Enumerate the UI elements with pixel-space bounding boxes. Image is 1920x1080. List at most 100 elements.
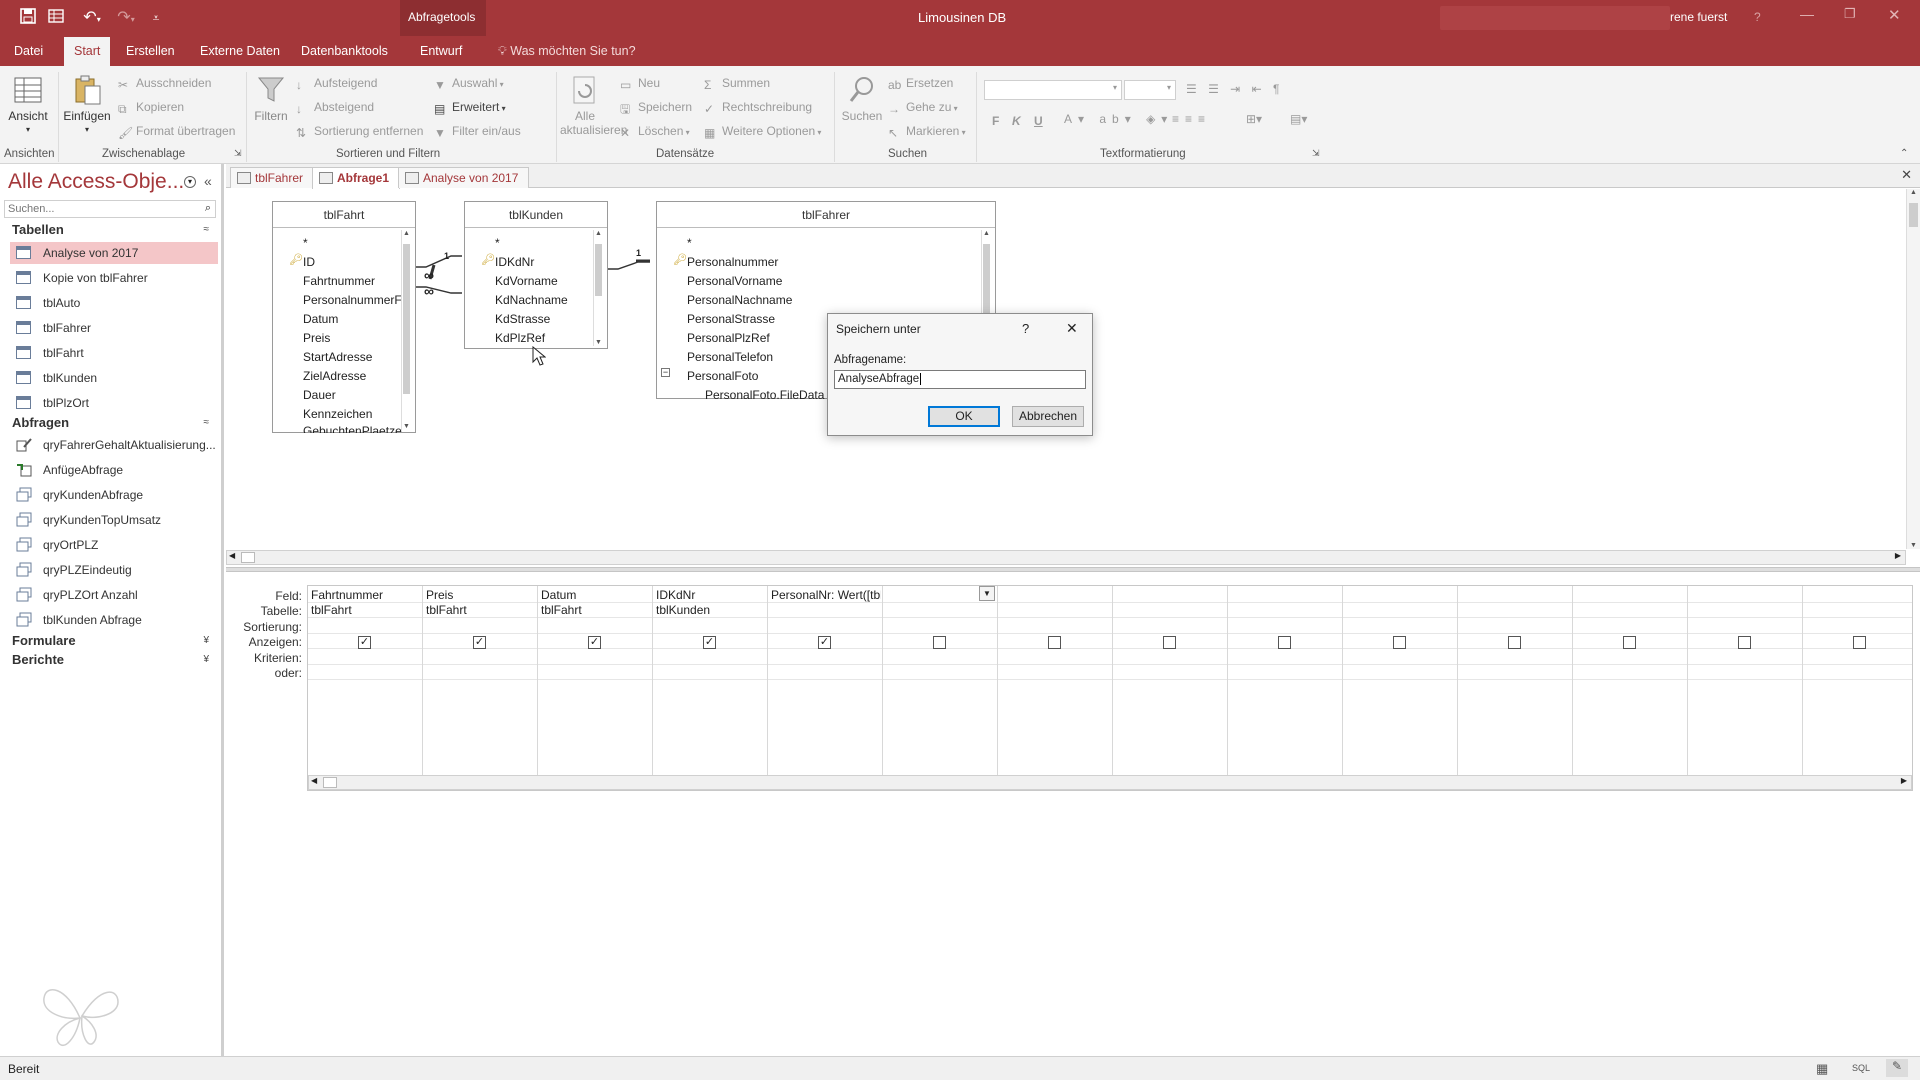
collapse-section-icon[interactable]: ≈ bbox=[204, 224, 210, 235]
show-checkbox[interactable]: ✓ bbox=[473, 636, 486, 649]
grid-column[interactable] bbox=[1573, 586, 1688, 776]
grid-column[interactable] bbox=[998, 586, 1113, 776]
nav-item-query[interactable]: qryKundenTopUmsatz bbox=[10, 509, 218, 531]
field-item[interactable]: KdVorname bbox=[495, 274, 558, 288]
show-checkbox[interactable] bbox=[1623, 636, 1636, 649]
scroll-up-icon[interactable]: ▲ bbox=[402, 230, 411, 237]
field-item[interactable]: * bbox=[303, 236, 308, 250]
tab-datei[interactable]: Datei bbox=[8, 43, 49, 66]
clipboard-launcher-icon[interactable]: ⇲ bbox=[234, 148, 242, 159]
nav-section-abfragen[interactable]: Abfragen bbox=[12, 415, 69, 430]
font-name-select[interactable]: ▾ bbox=[984, 80, 1122, 100]
grid-column[interactable] bbox=[1228, 586, 1343, 776]
tab-externe-daten[interactable]: Externe Daten bbox=[194, 43, 286, 66]
grid-column[interactable]: PersonalNr: Wert([tblF ✓ bbox=[768, 586, 883, 776]
field-cell[interactable]: IDKdNr bbox=[656, 588, 766, 602]
nav-item-analyse-von-2017[interactable]: Analyse von 2017 bbox=[10, 242, 218, 264]
format-painter-button[interactable]: 🖌︎ Format übertragen bbox=[118, 124, 235, 140]
field-item[interactable]: Fahrtnummer bbox=[303, 274, 375, 288]
table-box-title[interactable]: tblFahrer bbox=[657, 202, 995, 228]
upper-vertical-scrollbar[interactable]: ▲ ▼ bbox=[1906, 189, 1920, 549]
grid-column[interactable] bbox=[1458, 586, 1573, 776]
scroll-up-icon[interactable]: ▲ bbox=[982, 230, 991, 237]
show-checkbox[interactable]: ✓ bbox=[703, 636, 716, 649]
scroll-down-icon[interactable]: ▼ bbox=[1907, 542, 1920, 549]
nav-item-kopie-von-tblfahrer[interactable]: Kopie von tblFahrer bbox=[10, 267, 218, 289]
field-item[interactable]: IDKdNr bbox=[495, 255, 534, 269]
tell-me-box[interactable]: 💡︎ Was möchten Sie tun? bbox=[492, 43, 642, 66]
scroll-thumb[interactable] bbox=[595, 244, 602, 296]
show-checkbox[interactable] bbox=[933, 636, 946, 649]
tab-entwurf[interactable]: Entwurf bbox=[414, 43, 468, 66]
scroll-left-icon[interactable]: ◀ bbox=[311, 776, 317, 785]
redo-icon[interactable]: ↷▾ bbox=[112, 8, 140, 28]
scroll-left-icon[interactable]: ◀ bbox=[229, 551, 235, 560]
scroll-up-icon[interactable]: ▲ bbox=[594, 230, 603, 237]
select-button[interactable]: ↖ Markieren ▾ bbox=[888, 124, 966, 140]
new-record-button[interactable]: ▭ Neu bbox=[620, 76, 660, 92]
restore-icon[interactable]: ❐ bbox=[1844, 6, 1856, 22]
save-record-button[interactable]: 🖫︎ Speichern bbox=[620, 100, 692, 116]
nav-item-query[interactable]: tblKunden Abfrage bbox=[10, 609, 218, 631]
design-view-icon[interactable]: ✎ bbox=[1886, 1059, 1908, 1077]
toggle-filter-button[interactable]: ▼ Filter ein/aus bbox=[434, 124, 521, 140]
field-item[interactable]: PersonalVorname bbox=[687, 274, 782, 288]
customize-quickaccess-icon[interactable]: ⩡ bbox=[146, 8, 166, 28]
tab-erstellen[interactable]: Erstellen bbox=[120, 43, 181, 66]
table-cell[interactable]: tblKunden bbox=[656, 603, 710, 617]
grid-column[interactable] bbox=[1688, 586, 1803, 776]
field-item[interactable]: Kennzeichen bbox=[303, 407, 372, 421]
field-item[interactable]: ID bbox=[303, 255, 315, 269]
nav-section-tabellen[interactable]: Tabellen bbox=[12, 222, 64, 237]
grid-horizontal-scrollbar[interactable]: ◀ ▶ bbox=[308, 775, 1912, 790]
nav-item-query[interactable]: qryPLZOrt Anzahl bbox=[10, 584, 218, 606]
show-checkbox[interactable] bbox=[1738, 636, 1751, 649]
sort-descending-button[interactable]: ↓ Absteigend bbox=[296, 100, 374, 116]
collapse-section-icon[interactable]: ≈ bbox=[204, 417, 210, 428]
undo-icon[interactable]: ↶▾ bbox=[78, 8, 106, 28]
show-checkbox[interactable] bbox=[1393, 636, 1406, 649]
table-box-tblkunden[interactable]: tblKunden * 🔑︎ IDKdNr KdVorname KdNachna… bbox=[464, 201, 608, 349]
collapse-field-icon[interactable]: − bbox=[661, 368, 670, 377]
field-item[interactable]: ZielAdresse bbox=[303, 369, 366, 383]
gridlines-icon[interactable]: ⊞▾ bbox=[1246, 112, 1262, 126]
copy-button[interactable]: ⧉ Kopieren bbox=[118, 100, 184, 116]
field-item[interactable]: PersonalTelefon bbox=[687, 350, 773, 364]
field-cell[interactable]: Fahrtnummer bbox=[311, 588, 421, 602]
cancel-button[interactable]: Abbrechen bbox=[1012, 406, 1084, 427]
show-checkbox[interactable]: ✓ bbox=[358, 636, 371, 649]
nav-item-tblauto[interactable]: tblAuto bbox=[10, 292, 218, 314]
show-checkbox[interactable] bbox=[1278, 636, 1291, 649]
close-document-icon[interactable]: ✕ bbox=[1901, 167, 1912, 183]
scroll-thumb[interactable] bbox=[323, 777, 337, 788]
field-item[interactable]: * bbox=[687, 236, 692, 250]
field-item[interactable]: StartAdresse bbox=[303, 350, 372, 364]
nav-section-formulare[interactable]: Formulare bbox=[12, 633, 76, 648]
scroll-thumb[interactable] bbox=[403, 244, 410, 394]
refresh-all-button[interactable]: Alle aktualisieren bbox=[560, 74, 627, 137]
selection-button[interactable]: ▼ Auswahl ▾ bbox=[434, 76, 504, 92]
scroll-right-icon[interactable]: ▶ bbox=[1901, 776, 1907, 785]
font-color-icons[interactable]: A▾ ab▾ ◈▾ bbox=[1064, 112, 1173, 126]
show-checkbox[interactable] bbox=[1163, 636, 1176, 649]
collapse-nav-icon[interactable]: « bbox=[204, 173, 212, 189]
field-cell[interactable]: Preis bbox=[426, 588, 536, 602]
italic-button[interactable]: K bbox=[1012, 114, 1021, 128]
sort-ascending-button[interactable]: ↓ Aufsteigend bbox=[296, 76, 377, 92]
table-box-title[interactable]: tblFahrt bbox=[273, 202, 415, 228]
grid-column[interactable]: Datum tblFahrt ✓ bbox=[538, 586, 653, 776]
table-cell[interactable]: tblFahrt bbox=[426, 603, 467, 617]
view-button[interactable]: Ansicht ▾ bbox=[6, 74, 50, 137]
nav-item-tblfahrt[interactable]: tblFahrt bbox=[10, 342, 218, 364]
find-button[interactable]: Suchen bbox=[840, 74, 884, 123]
doc-tab-tblfahrer[interactable]: tblFahrer bbox=[230, 167, 315, 188]
field-item[interactable]: Datum bbox=[303, 312, 338, 326]
filter-button[interactable]: Filtern bbox=[250, 74, 292, 123]
doc-tab-analyse-von-2017[interactable]: Analyse von 2017 bbox=[398, 167, 530, 188]
nav-item-tblfahrer[interactable]: tblFahrer bbox=[10, 317, 218, 339]
bold-button[interactable]: F bbox=[992, 114, 999, 128]
grid-column[interactable] bbox=[1343, 586, 1458, 776]
dialog-help-icon[interactable]: ? bbox=[1022, 321, 1029, 336]
datasheet-view-icon[interactable]: ▦ bbox=[1816, 1061, 1828, 1077]
alternate-row-icon[interactable]: ▤▾ bbox=[1290, 112, 1307, 126]
